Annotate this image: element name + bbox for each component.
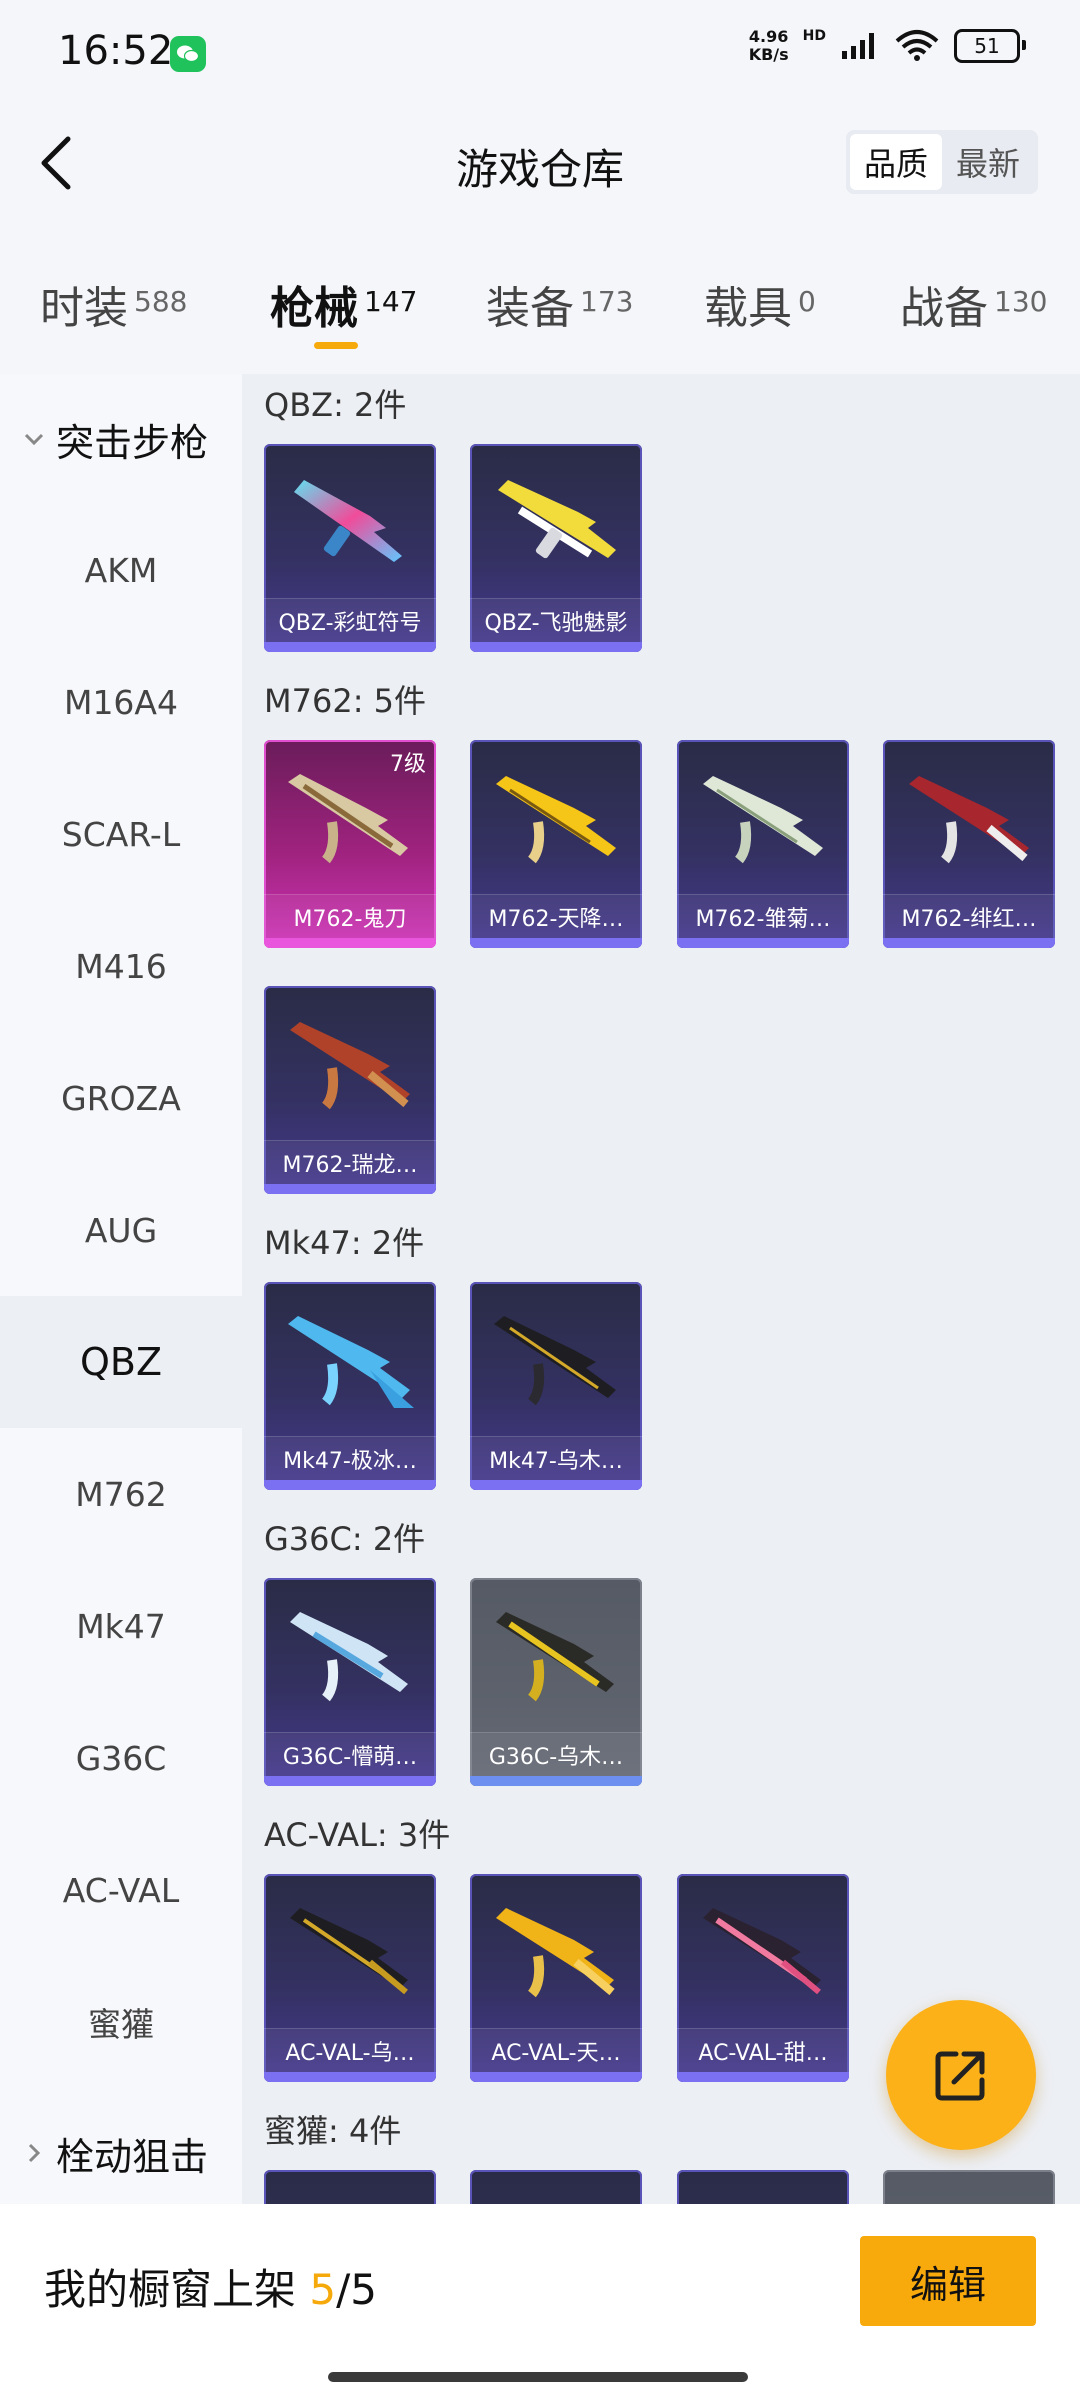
sidebar-item-ac-val[interactable]: AC-VAL <box>0 1824 242 1956</box>
group-title-ac-val: AC-VAL: 3件 <box>264 1816 451 1854</box>
chevron-down-icon <box>24 433 44 446</box>
item-card[interactable]: G36C-懵萌… <box>264 1578 436 1786</box>
item-name: M762-鬼刀 <box>264 894 436 938</box>
home-indicator[interactable] <box>328 2372 748 2382</box>
sidebar-item-m16a4[interactable]: M16A4 <box>0 636 242 768</box>
item-name: AC-VAL-天… <box>470 2028 642 2072</box>
sort-toggle: 品质 最新 <box>846 130 1038 194</box>
item-card[interactable]: G36C-乌木… <box>470 1578 642 1786</box>
rifle-skin-icon <box>288 774 408 864</box>
active-tab-indicator <box>314 342 358 349</box>
chevron-right-icon <box>28 2143 41 2163</box>
wifi-icon <box>895 30 939 61</box>
header: 游戏仓库 品质 最新 <box>0 108 1080 220</box>
item-name: M762-瑞龙… <box>264 1140 436 1184</box>
sidebar-item-scar-l[interactable]: SCAR-L <box>0 768 242 900</box>
item-name: G36C-乌木… <box>470 1732 642 1776</box>
item-card[interactable]: Mk47-极冰… <box>264 1282 436 1490</box>
item-card[interactable] <box>677 2170 849 2204</box>
item-name: Mk47-乌木… <box>470 1436 642 1480</box>
sort-quality-button[interactable]: 品质 <box>850 134 942 190</box>
tab-guns[interactable]: 枪械 147 <box>270 272 417 336</box>
rifle-skin-icon <box>494 1316 616 1406</box>
sidebar-item-qbz[interactable]: QBZ <box>0 1296 242 1428</box>
share-export-icon <box>935 2051 985 2101</box>
sidebar-item-honey-badger[interactable]: 蜜獾 <box>0 1956 242 2088</box>
item-card[interactable]: AC-VAL-天… <box>470 1874 642 2082</box>
group-title-mk47: Mk47: 2件 <box>264 1224 425 1262</box>
sidebar-item-groza[interactable]: GROZA <box>0 1032 242 1164</box>
item-card[interactable]: M762-绯红… <box>883 740 1055 948</box>
rifle-skin-icon <box>498 480 616 559</box>
item-card[interactable] <box>264 2170 436 2204</box>
sidebar-item-aug[interactable]: AUG <box>0 1164 242 1296</box>
item-name: M762-雏菊… <box>677 894 849 938</box>
status-time: 16:52 <box>58 28 174 74</box>
item-name: QBZ-飞驰魅影 <box>470 598 642 642</box>
item-name: G36C-懵萌… <box>264 1732 436 1776</box>
item-name: AC-VAL-乌… <box>264 2028 436 2072</box>
sidebar-category-bolt-sniper[interactable]: 栓动狙击 <box>0 2088 242 2218</box>
battery-indicator: 51 <box>954 29 1026 63</box>
item-card[interactable]: M762-瑞龙… <box>264 986 436 1194</box>
item-card[interactable]: M762-雏菊… <box>677 740 849 948</box>
item-name: QBZ-彩虹符号 <box>264 598 436 642</box>
edit-button[interactable]: 编辑 <box>860 2236 1036 2326</box>
rifle-skin-icon <box>703 1908 821 1995</box>
bottom-bar: 我的橱窗上架 5/5 编辑 <box>0 2204 1080 2400</box>
rifle-skin-icon <box>290 1612 408 1702</box>
item-card[interactable]: 7级 M762-鬼刀 <box>264 740 436 948</box>
sort-newest-button[interactable]: 最新 <box>942 134 1034 190</box>
showcase-status: 我的橱窗上架 5/5 <box>44 2265 377 2314</box>
status-bar: 16:52 4.96 KB/s HD 51 <box>0 0 1080 108</box>
item-grid: QBZ: 2件 QBZ-彩虹符号 QBZ-飞驰魅影 M762: 5件 7级 M7… <box>242 374 1080 2204</box>
item-card[interactable]: AC-VAL-乌… <box>264 1874 436 2082</box>
item-card[interactable]: AC-VAL-甜… <box>677 1874 849 2082</box>
group-title-m762: M762: 5件 <box>264 682 427 720</box>
sidebar-item-mk47[interactable]: Mk47 <box>0 1560 242 1692</box>
item-name: Mk47-极冰… <box>264 1436 436 1480</box>
item-card[interactable] <box>470 2170 642 2204</box>
rifle-skin-icon <box>288 1316 414 1408</box>
rifle-skin-icon <box>909 776 1029 864</box>
item-name: AC-VAL-甜… <box>677 2028 849 2072</box>
sidebar-item-g36c[interactable]: G36C <box>0 1692 242 1824</box>
net-speed: 4.96 KB/s <box>748 27 789 64</box>
item-name: M762-绯红… <box>883 894 1055 938</box>
group-title-qbz: QBZ: 2件 <box>264 386 407 424</box>
category-tabs: 时装 588 枪械 147 装备 173 载具 0 战备 130 <box>0 250 1080 350</box>
signal-icon <box>842 33 874 59</box>
rifle-skin-icon <box>290 1908 408 1995</box>
item-card[interactable]: M762-天降… <box>470 740 642 948</box>
tab-fashion[interactable]: 时装 588 <box>40 272 187 336</box>
sidebar-item-akm[interactable]: AKM <box>0 504 242 636</box>
item-card[interactable]: QBZ-彩虹符号 <box>264 444 436 652</box>
share-button[interactable] <box>886 2000 1036 2150</box>
group-title-honey-badger: 蜜獾: 4件 <box>264 2112 402 2150</box>
sidebar-item-m416[interactable]: M416 <box>0 900 242 1032</box>
weapon-type-sidebar: 突击步枪 AKM M16A4 SCAR-L M416 GROZA AUG QBZ… <box>0 374 242 2204</box>
item-card[interactable] <box>883 2170 1055 2204</box>
item-card[interactable]: Mk47-乌木… <box>470 1282 642 1490</box>
item-name: M762-天降… <box>470 894 642 938</box>
rifle-skin-icon <box>703 776 823 864</box>
rifle-skin-icon <box>496 1612 614 1702</box>
sidebar-item-m762[interactable]: M762 <box>0 1428 242 1560</box>
sidebar-category-assault-rifle[interactable]: 突击步枪 <box>0 374 242 504</box>
rifle-skin-icon <box>496 776 616 864</box>
tab-supplies[interactable]: 战备 130 <box>900 272 1047 336</box>
group-title-g36c: G36C: 2件 <box>264 1520 426 1558</box>
rifle-skin-icon <box>294 480 402 562</box>
wechat-icon <box>170 36 206 72</box>
tab-equipment[interactable]: 装备 173 <box>486 272 633 336</box>
item-card[interactable]: QBZ-飞驰魅影 <box>470 444 642 652</box>
rifle-skin-icon <box>496 1908 615 1998</box>
rifle-skin-icon <box>290 1022 410 1110</box>
tab-vehicles[interactable]: 载具 0 <box>704 272 816 336</box>
hd-indicator: HD <box>802 28 826 44</box>
